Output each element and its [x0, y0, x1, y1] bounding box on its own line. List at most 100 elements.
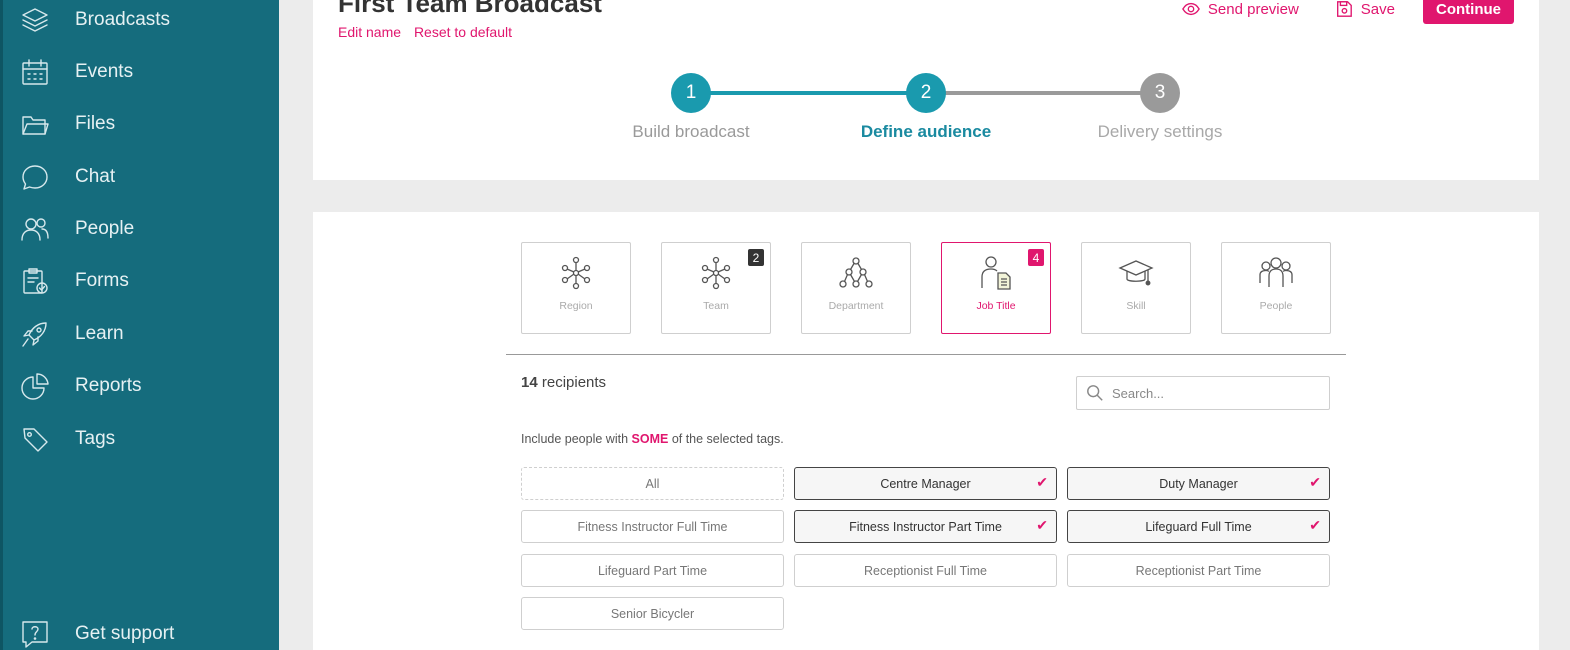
tag-label: Receptionist Full Time [864, 563, 987, 578]
include-prefix: Include people with [521, 432, 629, 446]
get-support-label: Get support [75, 623, 175, 644]
category-people[interactable]: People [1221, 242, 1331, 334]
graduation-cap-icon [1082, 255, 1190, 291]
sidebar-item-broadcasts[interactable]: Broadcasts [3, 0, 279, 40]
layers-icon [18, 3, 52, 37]
tag-label: Centre Manager [880, 476, 971, 491]
people-icon [18, 212, 52, 246]
tag-option[interactable]: Duty Manager ✔ [1067, 467, 1330, 500]
match-mode-toggle[interactable]: SOME [632, 432, 669, 446]
clipboard-check-icon [18, 264, 52, 298]
tag-label: Senior Bicycler [610, 606, 695, 621]
tag-label: Lifeguard Part Time [597, 563, 708, 578]
count-badge: 2 [748, 249, 764, 266]
continue-button[interactable]: Continue [1423, 0, 1514, 24]
include-rule: Include people with SOME of the selected… [521, 432, 784, 446]
sidebar-item-label: Tags [75, 428, 116, 449]
sidebar-item-tags[interactable]: Tags [3, 419, 279, 459]
tag-label: Receptionist Part Time [1135, 563, 1262, 578]
save-button[interactable]: Save [1335, 0, 1395, 18]
sidebar-item-label: Broadcasts [75, 9, 171, 30]
group-icon [1222, 255, 1330, 291]
sidebar-item-reports[interactable]: Reports [3, 366, 279, 406]
tag-option[interactable]: Fitness Instructor Part Time ✔ [794, 510, 1057, 543]
tag-label: Fitness Instructor Part Time [849, 519, 1002, 534]
eye-icon [1182, 2, 1200, 16]
sidebar-item-label: People [75, 218, 135, 239]
tag-option[interactable]: Receptionist Full Time [794, 554, 1057, 587]
tag-label: Duty Manager [1159, 476, 1238, 491]
category-department[interactable]: Department [801, 242, 911, 334]
org-network-icon [522, 255, 630, 291]
category-label: Skill [1126, 300, 1146, 312]
help-icon [18, 617, 52, 650]
tag-option[interactable]: All [521, 467, 784, 500]
category-label: Department [828, 300, 884, 312]
divider [506, 354, 1346, 355]
include-suffix: of the selected tags. [671, 432, 784, 446]
tag-option[interactable]: Receptionist Part Time [1067, 554, 1330, 587]
check-icon: ✔ [1036, 517, 1048, 533]
stepper-line-complete [691, 91, 926, 95]
sidebar-item-learn[interactable]: Learn [3, 314, 279, 354]
sidebar-item-label: Chat [75, 166, 116, 187]
check-icon: ✔ [1036, 474, 1048, 490]
header-toolbar: Send preview Save Continue [1146, 0, 1514, 24]
edit-name-link[interactable]: Edit name [338, 24, 401, 40]
get-support-link[interactable]: Get support [3, 614, 279, 650]
search-icon [1087, 385, 1103, 401]
category-skill[interactable]: Skill [1081, 242, 1191, 334]
tag-option[interactable]: Senior Bicycler [521, 597, 784, 630]
save-label: Save [1360, 0, 1395, 18]
tag-icon [18, 422, 52, 456]
tag-option[interactable]: Centre Manager ✔ [794, 467, 1057, 500]
sidebar-item-label: Events [75, 61, 134, 82]
tag-label: All [645, 476, 660, 491]
broadcast-header: First Team Broadcast Edit name Reset to … [313, 0, 1539, 180]
recipients-count: 14 recipients [521, 374, 606, 391]
category-job-title[interactable]: Job Title 4 [941, 242, 1051, 334]
search-input[interactable] [1112, 385, 1322, 401]
step-1-circle[interactable]: 1 [671, 73, 711, 113]
sidebar: Broadcasts Events Files Chat People Form… [0, 0, 279, 650]
audience-panel: Region Team 2 Department Job Title 4 Ski… [313, 212, 1539, 650]
step-3-circle[interactable]: 3 [1140, 73, 1180, 113]
pie-chart-icon [18, 369, 52, 403]
step-3-label[interactable]: Delivery settings [1060, 122, 1260, 142]
save-icon [1336, 1, 1352, 17]
tag-option[interactable]: Fitness Instructor Full Time [521, 510, 784, 543]
step-1-label[interactable]: Build broadcast [591, 122, 791, 142]
stepper-line-pending [926, 91, 1160, 95]
recipients-number: 14 [521, 374, 538, 391]
category-label: Team [703, 300, 729, 312]
tag-option[interactable]: Lifeguard Part Time [521, 554, 784, 587]
hierarchy-icon [802, 255, 910, 291]
sidebar-item-chat[interactable]: Chat [3, 157, 279, 197]
check-icon: ✔ [1309, 474, 1321, 490]
sidebar-item-label: Learn [75, 323, 124, 344]
tag-option[interactable]: Lifeguard Full Time ✔ [1067, 510, 1330, 543]
category-team[interactable]: Team 2 [661, 242, 771, 334]
tag-label: Lifeguard Full Time [1145, 519, 1252, 534]
tag-label: Fitness Instructor Full Time [577, 519, 728, 534]
step-2-circle[interactable]: 2 [906, 73, 946, 113]
sidebar-item-people[interactable]: People [3, 209, 279, 249]
category-label: People [1259, 300, 1293, 312]
category-label: Job Title [976, 300, 1016, 312]
calendar-icon [18, 55, 52, 89]
rocket-icon [18, 317, 52, 351]
send-preview-button[interactable]: Send preview [1182, 0, 1299, 18]
check-icon: ✔ [1309, 517, 1321, 533]
category-region[interactable]: Region [521, 242, 631, 334]
category-label: Region [559, 300, 593, 312]
reset-default-link[interactable]: Reset to default [414, 24, 512, 40]
sidebar-item-label: Forms [75, 270, 129, 291]
step-2-label[interactable]: Define audience [826, 122, 1026, 142]
folder-icon [18, 107, 52, 141]
sidebar-item-events[interactable]: Events [3, 52, 279, 92]
recipients-label: recipients [541, 374, 607, 391]
search-box [1076, 376, 1330, 410]
sidebar-item-files[interactable]: Files [3, 104, 279, 144]
count-badge: 4 [1028, 249, 1044, 266]
sidebar-item-forms[interactable]: Forms [3, 261, 279, 301]
